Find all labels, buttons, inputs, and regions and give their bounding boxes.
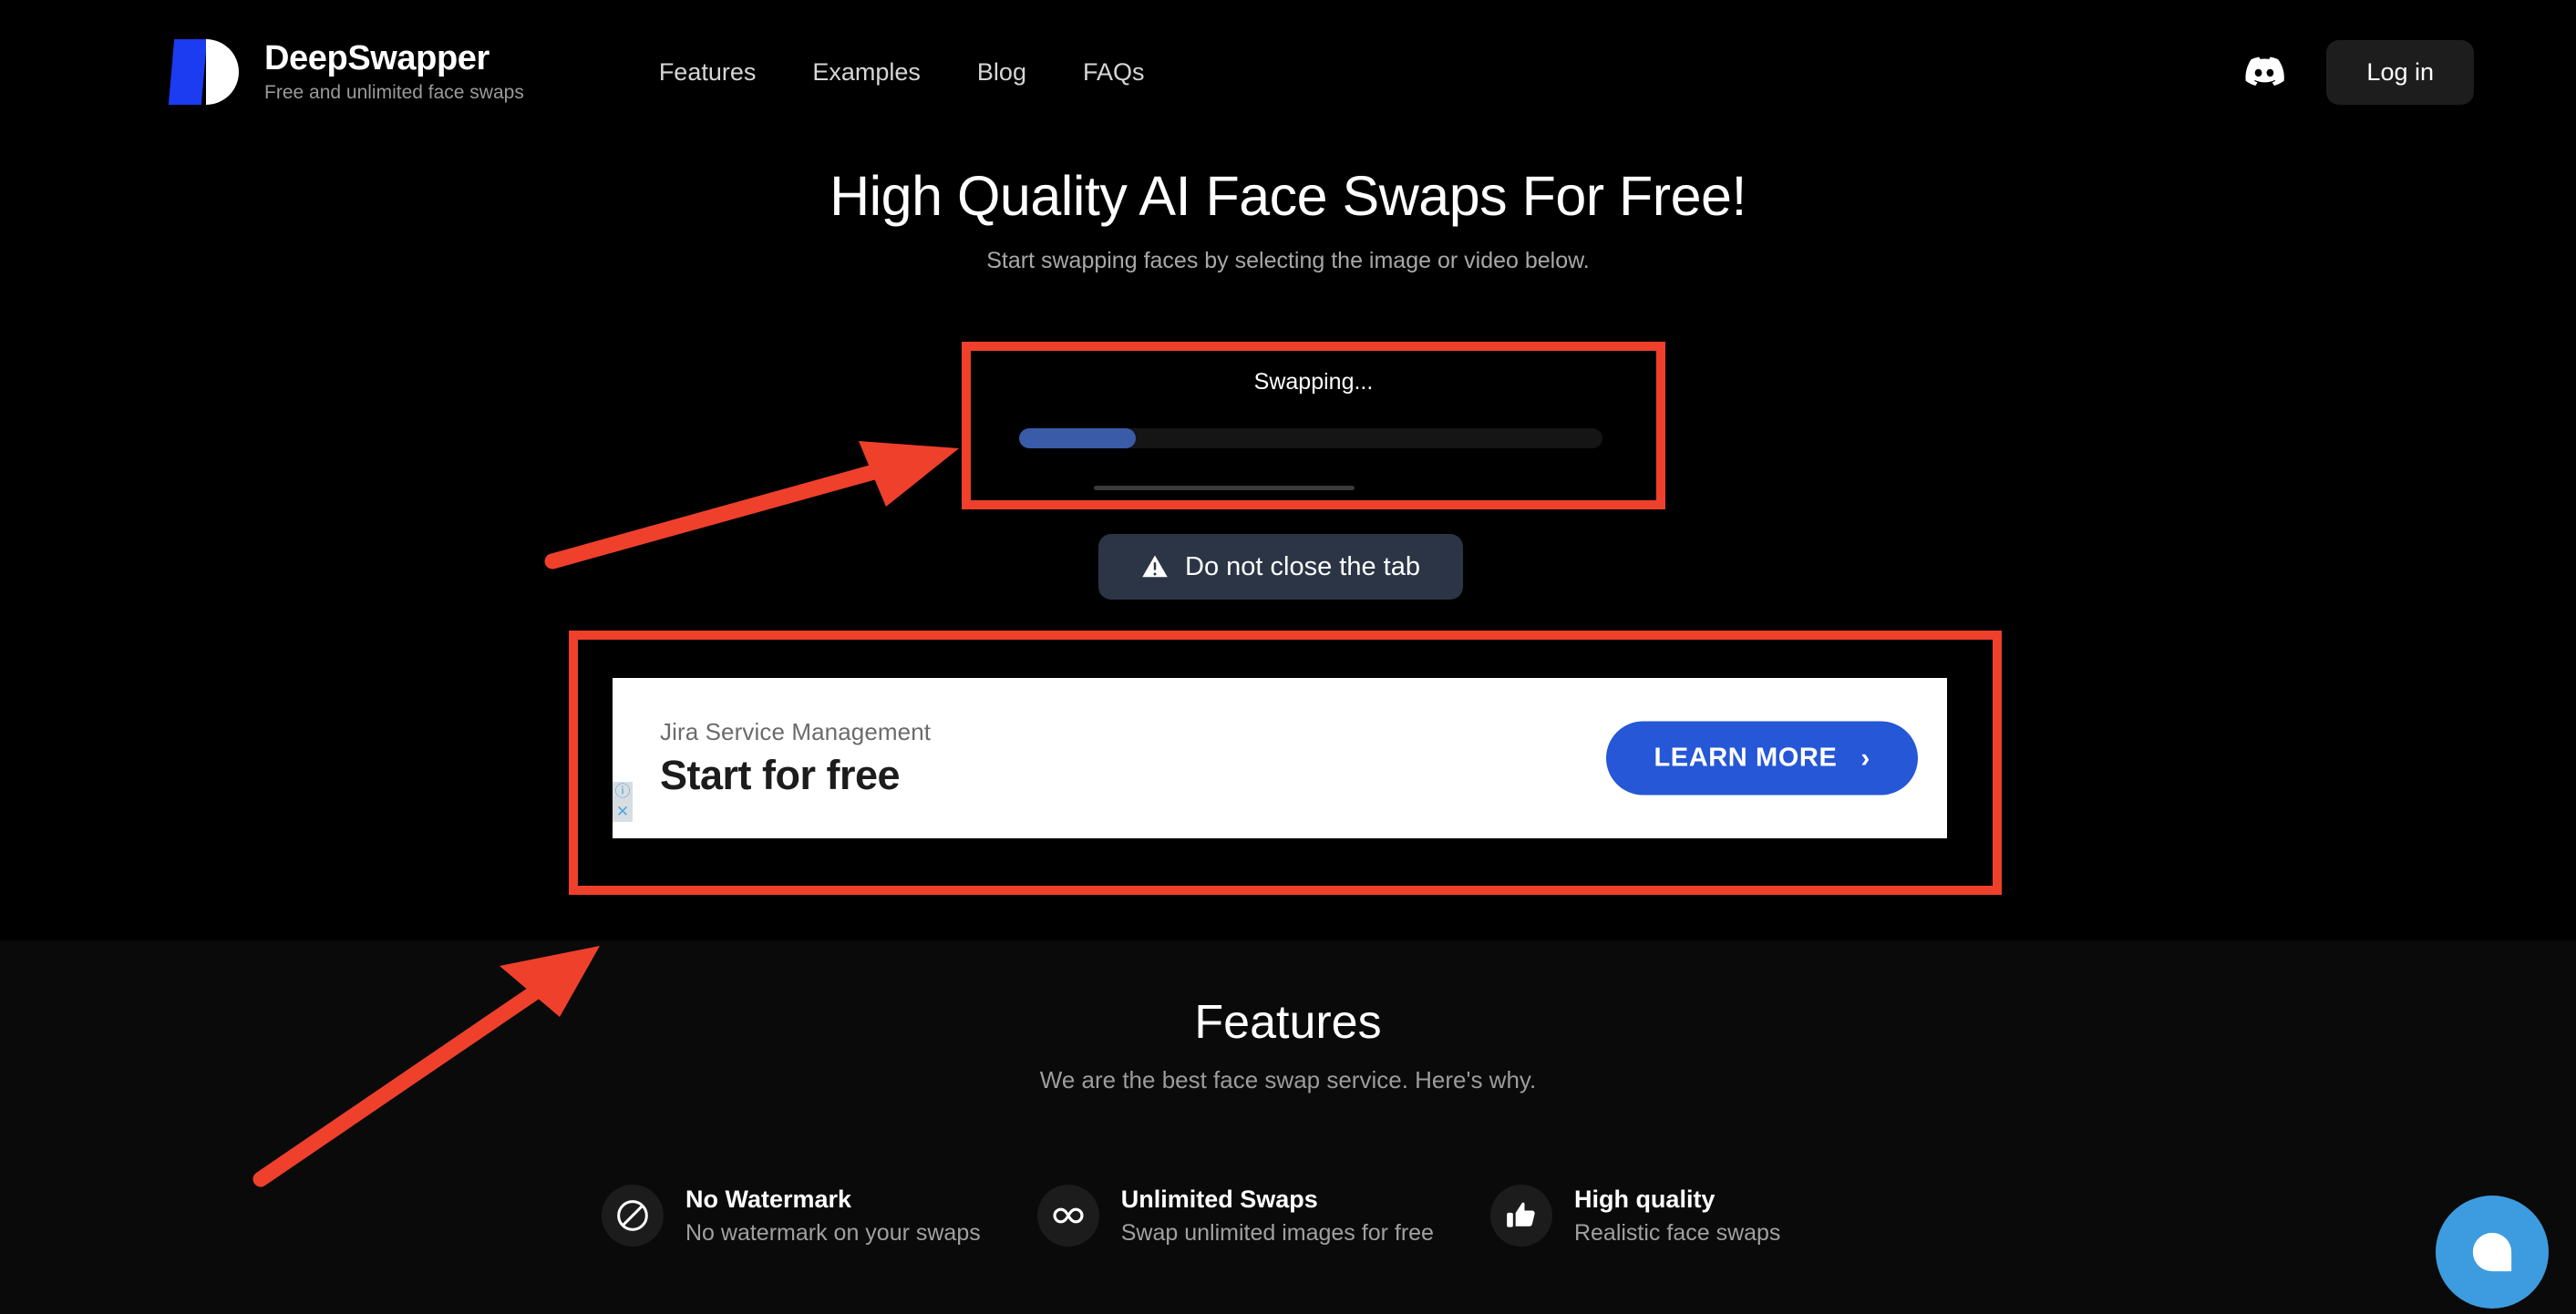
login-button[interactable]: Log in xyxy=(2326,39,2474,105)
page-title: High Quality AI Face Swaps For Free! xyxy=(829,165,1747,227)
feature-description: Realistic face swaps xyxy=(1573,1219,1781,1246)
do-not-close-tab-label: Do not close the tab xyxy=(1185,551,1420,581)
features-heading-block: Features We are the best face swap servi… xyxy=(0,995,2576,1094)
swap-panel-divider xyxy=(1094,486,1355,490)
nav-item-examples[interactable]: Examples xyxy=(812,58,921,87)
nav-item-blog[interactable]: Blog xyxy=(977,58,1026,87)
deepswapper-logo-icon xyxy=(166,32,244,112)
ad-text-block: Jira Service Management Start for free xyxy=(660,718,931,799)
ad-banner[interactable]: ⓘ ✕ Jira Service Management Start for fr… xyxy=(613,678,1947,838)
logo-blue-bar xyxy=(168,39,208,105)
swap-progress-fill xyxy=(1019,428,1136,448)
ad-learn-more-button[interactable]: LEARN MORE › xyxy=(1606,721,1918,796)
ad-headline: Start for free xyxy=(660,751,901,798)
infinity-icon xyxy=(1053,1207,1084,1224)
features-title: Features xyxy=(1194,996,1382,1049)
features-subtitle: We are the best face swap service. Here'… xyxy=(1039,1066,1537,1093)
brand-logo[interactable]: DeepSwapper Free and unlimited face swap… xyxy=(166,32,524,112)
chevron-right-icon: › xyxy=(1860,743,1870,773)
hero-section: High Quality AI Face Swaps For Free! Sta… xyxy=(0,164,2576,274)
brand-tagline: Free and unlimited face swaps xyxy=(264,82,524,104)
brand-name: DeepSwapper xyxy=(264,38,489,77)
no-watermark-prohibited-icon xyxy=(617,1200,648,1231)
feature-high-quality: High quality Realistic face swaps xyxy=(1489,1185,1780,1247)
ad-cta-label: LEARN MORE xyxy=(1654,743,1838,773)
chat-bubble-icon xyxy=(2472,1232,2512,1272)
do-not-close-tab-notice: Do not close the tab xyxy=(1098,534,1463,600)
annotation-arrow-to-swap-progress xyxy=(544,441,959,570)
feature-text: High quality Realistic face swaps xyxy=(1574,1186,1780,1247)
page-root: DeepSwapper Free and unlimited face swap… xyxy=(0,0,2576,1314)
warning-triangle-icon xyxy=(1142,555,1168,578)
brand-text: DeepSwapper Free and unlimited face swap… xyxy=(264,38,524,105)
feature-text: Unlimited Swaps Swap unlimited images fo… xyxy=(1121,1186,1434,1247)
feature-icon-badge xyxy=(1489,1185,1552,1247)
thumbs-up-icon xyxy=(1507,1202,1535,1227)
header-actions: Log in xyxy=(2244,0,2576,144)
logo-white-d xyxy=(206,39,239,105)
feature-icon-badge xyxy=(1036,1185,1099,1247)
swap-progress-bar[interactable] xyxy=(1019,428,1602,448)
chat-widget-button[interactable] xyxy=(2436,1196,2549,1309)
swap-progress-panel: Swapping... xyxy=(964,344,1663,507)
nav-item-features[interactable]: Features xyxy=(659,58,757,87)
feature-title: High quality xyxy=(1573,1185,1716,1213)
site-header: DeepSwapper Free and unlimited face swap… xyxy=(0,0,2576,144)
adchoices-info-icon[interactable]: ⓘ xyxy=(613,782,633,802)
feature-description: Swap unlimited images for free xyxy=(1120,1219,1434,1246)
adchoices-close-icon[interactable]: ✕ xyxy=(613,802,633,822)
nav-item-faqs[interactable]: FAQs xyxy=(1083,58,1145,87)
swap-status-text: Swapping... xyxy=(1253,369,1374,395)
feature-description: No watermark on your swaps xyxy=(685,1219,981,1246)
ad-advertiser-name: Jira Service Management xyxy=(660,717,932,745)
feature-no-watermark: No Watermark No watermark on your swaps xyxy=(602,1185,981,1247)
adchoices-controls: ⓘ ✕ xyxy=(613,782,633,822)
discord-icon[interactable] xyxy=(2244,52,2285,92)
feature-title: Unlimited Swaps xyxy=(1120,1185,1318,1213)
feature-icon-badge xyxy=(602,1185,664,1247)
feature-unlimited-swaps: Unlimited Swaps Swap unlimited images fo… xyxy=(1036,1185,1434,1247)
feature-text: No Watermark No watermark on your swaps xyxy=(685,1186,981,1247)
features-list: No Watermark No watermark on your swaps … xyxy=(602,1185,2069,1247)
hero-subtitle: Start swapping faces by selecting the im… xyxy=(986,248,1590,274)
main-navigation: Features Examples Blog FAQs xyxy=(659,58,1145,87)
feature-title: No Watermark xyxy=(685,1185,852,1213)
